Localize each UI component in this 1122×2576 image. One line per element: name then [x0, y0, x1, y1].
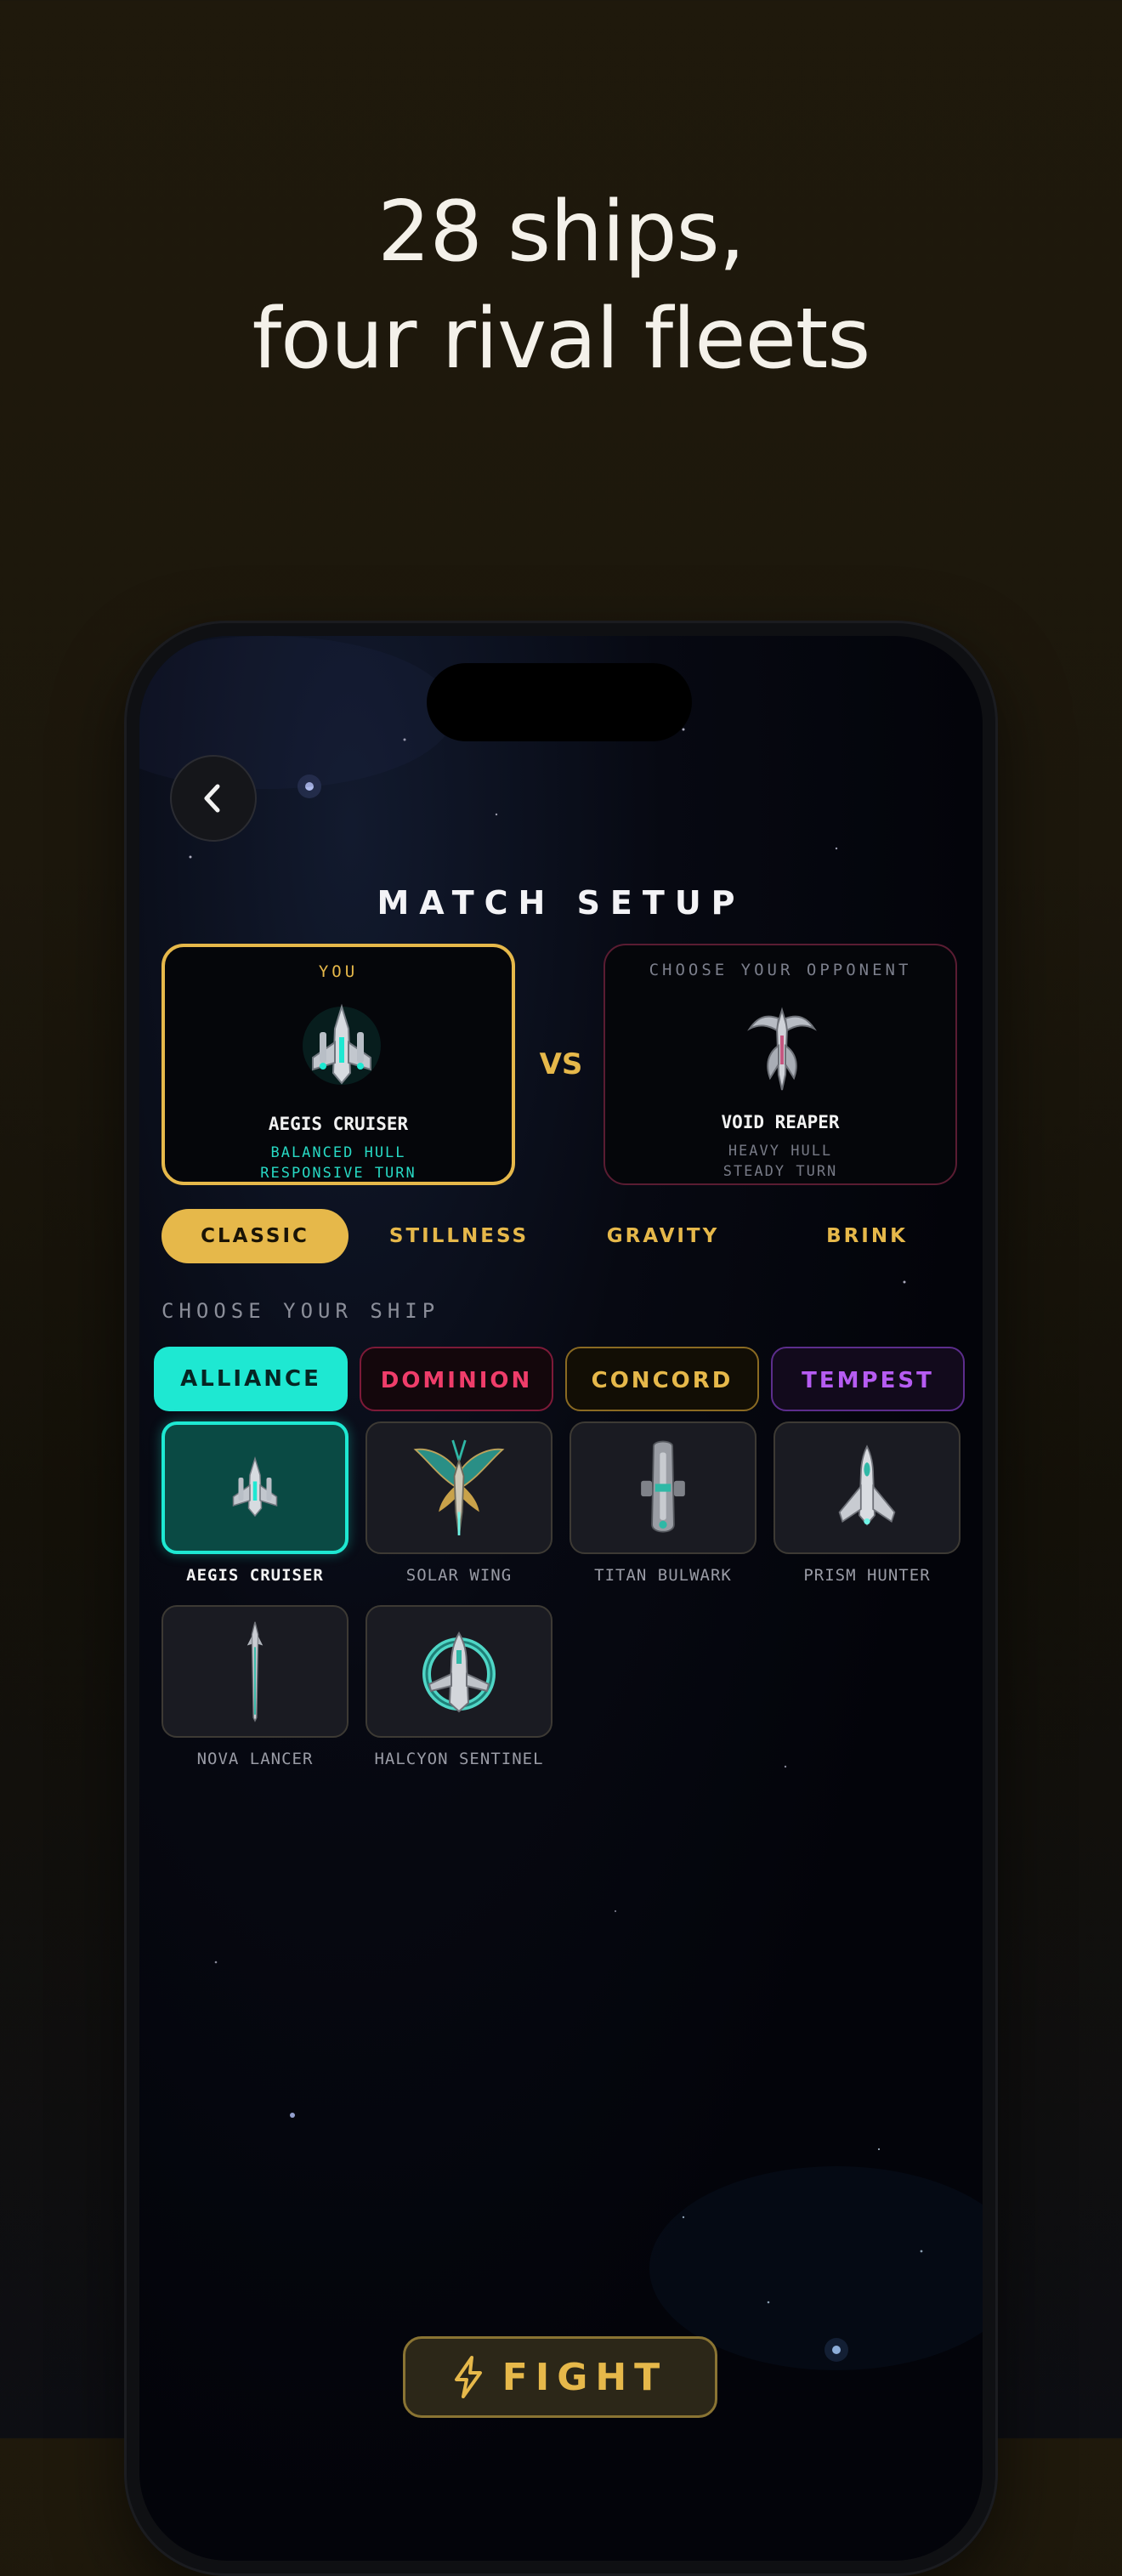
- fight-label: FIGHT: [502, 2355, 668, 2399]
- lightning-bolt-icon: [454, 2356, 482, 2398]
- tab-concord[interactable]: CONCORD: [565, 1347, 759, 1411]
- ship-name-solar-wing: SOLAR WING: [405, 1566, 513, 1585]
- player-tag: YOU: [318, 962, 359, 981]
- player-ship-trait-2: RESPONSIVE TURN: [260, 1165, 416, 1182]
- aegis-cruiser-icon: [232, 1455, 278, 1518]
- ship-tile-titan-bulwark[interactable]: [570, 1421, 756, 1554]
- tab-alliance[interactable]: ALLIANCE: [154, 1347, 348, 1411]
- player-ship-name: AEGIS CRUISER: [268, 1114, 409, 1134]
- fight-button[interactable]: FIGHT: [403, 2336, 717, 2418]
- opponent-ship-trait-2: STEADY TURN: [722, 1163, 838, 1180]
- game-screen: MATCH SETUP YOU AEGIS CRUISER BALANCED H…: [139, 636, 983, 2561]
- marketing-headline: 28 ships, four rival fleets: [0, 179, 1122, 393]
- opponent-ship-name: VOID REAPER: [721, 1112, 840, 1132]
- back-button[interactable]: [170, 755, 257, 842]
- mode-classic[interactable]: CLASSIC: [162, 1209, 348, 1263]
- nova-lancer-icon: [246, 1621, 264, 1722]
- tab-dominion[interactable]: DOMINION: [360, 1347, 553, 1411]
- tab-tempest[interactable]: TEMPEST: [771, 1347, 965, 1411]
- aegis-cruiser-ship-icon: [303, 1003, 381, 1085]
- ship-name-titan-bulwark: TITAN BULWARK: [594, 1566, 732, 1585]
- ship-tile-prism-hunter[interactable]: [774, 1421, 960, 1554]
- prism-hunter-icon: [838, 1444, 896, 1526]
- opponent-ship-card[interactable]: CHOOSE YOUR OPPONENT VOID REAPER HEAVY H…: [604, 944, 957, 1185]
- opponent-tag: CHOOSE YOUR OPPONENT: [649, 961, 912, 979]
- mode-brink[interactable]: BRINK: [774, 1209, 960, 1263]
- headline-line-2: four rival fleets: [252, 291, 871, 388]
- halcyon-sentinel-icon: [422, 1631, 496, 1713]
- screen-title: MATCH SETUP: [377, 884, 745, 922]
- solar-wing-icon: [413, 1439, 505, 1536]
- faction-tabs: ALLIANCE DOMINION CONCORD TEMPEST: [154, 1347, 970, 1415]
- starfield-background: [139, 636, 983, 2370]
- game-mode-selector: CLASSIC STILLNESS GRAVITY BRINK: [162, 1209, 960, 1263]
- ship-tile-halcyon-sentinel[interactable]: [366, 1605, 552, 1738]
- versus-label: VS: [539, 1047, 583, 1081]
- player-ship-trait-1: BALANCED HULL: [270, 1144, 406, 1161]
- mode-stillness[interactable]: STILLNESS: [366, 1209, 552, 1263]
- ship-name-halcyon-sentinel: HALCYON SENTINEL: [374, 1750, 544, 1768]
- phone-frame: MATCH SETUP YOU AEGIS CRUISER BALANCED H…: [124, 621, 998, 2576]
- titan-bulwark-icon: [641, 1440, 685, 1533]
- ship-tile-aegis-cruiser[interactable]: [162, 1421, 348, 1554]
- ship-tile-nova-lancer[interactable]: [162, 1605, 348, 1738]
- chevron-left-icon: [204, 784, 220, 813]
- void-reaper-ship-icon: [747, 1007, 817, 1091]
- ship-name-aegis-cruiser: AEGIS CRUISER: [186, 1566, 324, 1585]
- mode-gravity[interactable]: GRAVITY: [570, 1209, 756, 1263]
- dynamic-island: [427, 663, 692, 741]
- ship-name-nova-lancer: NOVA LANCER: [196, 1750, 314, 1768]
- ship-tile-solar-wing[interactable]: [366, 1421, 552, 1554]
- headline-line-1: 28 ships,: [377, 184, 745, 281]
- player-ship-card[interactable]: YOU AEGIS CRUISER BALANCED HULL RESPONSI…: [162, 944, 515, 1185]
- opponent-ship-trait-1: HEAVY HULL: [728, 1143, 833, 1160]
- ship-name-prism-hunter: PRISM HUNTER: [803, 1566, 931, 1585]
- choose-ship-label: CHOOSE YOUR SHIP: [162, 1299, 440, 1323]
